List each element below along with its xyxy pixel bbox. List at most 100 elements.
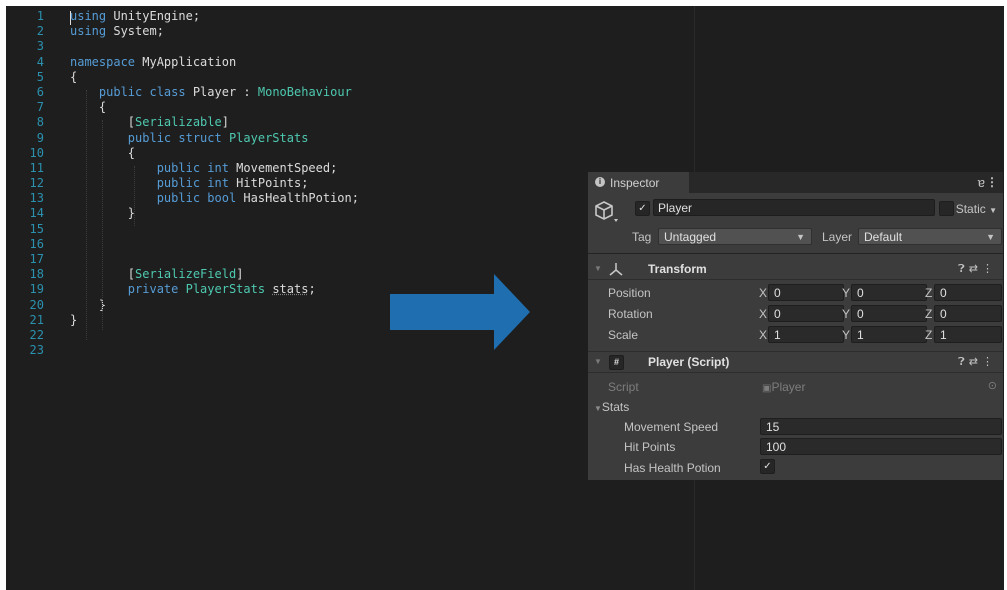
- position-y-field[interactable]: 0: [851, 284, 927, 301]
- movement-speed-field[interactable]: 15: [760, 418, 1002, 435]
- stats-foldout[interactable]: ▼Stats: [594, 400, 629, 414]
- indent-guide: [86, 90, 87, 340]
- code-line[interactable]: 3: [6, 39, 606, 54]
- code-text: public struct PlayerStats: [70, 130, 309, 146]
- line-number: 13: [29, 191, 44, 206]
- layer-dropdown[interactable]: Default ▼: [858, 228, 1002, 245]
- code-line[interactable]: 2 using System;: [6, 24, 606, 39]
- position-z-field[interactable]: 0: [934, 284, 1002, 301]
- code-text: [Serializable]: [70, 115, 229, 130]
- gameobject-header: ✓ Player Static ▼ Tag Untagged ▼ Layer D…: [588, 193, 1003, 254]
- rotation-z-field[interactable]: 0: [934, 305, 1002, 322]
- rotation-x-field[interactable]: 0: [768, 305, 844, 322]
- player-script-header[interactable]: ▼ # Player (Script) ❓︎⇄⋮: [588, 351, 1003, 373]
- code-line[interactable]: 16: [6, 237, 606, 252]
- tag-dropdown[interactable]: Untagged ▼: [658, 228, 812, 245]
- code-token: PlayerStats: [185, 282, 266, 297]
- line-number: 2: [36, 24, 44, 39]
- code-line[interactable]: 9 public struct PlayerStats: [6, 131, 606, 146]
- more-icon[interactable]: ⋮: [982, 356, 997, 368]
- code-line[interactable]: 4 namespace MyApplication: [6, 55, 606, 70]
- active-checkbox[interactable]: ✓: [635, 201, 650, 216]
- code-token: using: [70, 9, 107, 23]
- static-checkbox[interactable]: [939, 201, 954, 216]
- code-token: public int: [70, 176, 237, 191]
- right-arrow-icon: [390, 274, 530, 350]
- line-number: 7: [36, 100, 44, 115]
- line-number: 16: [29, 236, 44, 251]
- has-health-potion-checkbox[interactable]: ✓: [760, 459, 775, 474]
- fold-icon[interactable]: ▼: [594, 264, 602, 273]
- component-actions[interactable]: ❓︎⇄⋮: [958, 355, 997, 369]
- code-line[interactable]: 14 }: [6, 206, 606, 221]
- code-token: {: [70, 100, 107, 115]
- code-line[interactable]: 10 {: [6, 146, 606, 161]
- axis-z-label: Z: [925, 328, 933, 342]
- screenshot-stage: 1 using UnityEngine; 2 using System; 3 4 names…: [6, 6, 1004, 590]
- transform-title: Transform: [648, 262, 707, 276]
- help-icon[interactable]: ❓︎: [958, 263, 969, 275]
- code-token: Serializable: [135, 115, 222, 130]
- script-value: Player: [771, 380, 806, 394]
- inspector-panel: i Inspector ɐ ⋮ ✓ Player Static ▼ Tag Un…: [588, 172, 1003, 480]
- code-line[interactable]: 6 public class Player : MonoBehaviour: [6, 85, 606, 100]
- code-text: using System;: [70, 24, 164, 39]
- code-line[interactable]: 7 {: [6, 100, 606, 115]
- more-icon[interactable]: ⋮: [986, 175, 998, 189]
- line-number: 8: [36, 115, 44, 130]
- line-number: 14: [29, 206, 44, 221]
- position-x-field[interactable]: 0: [768, 284, 844, 301]
- movement-speed-label: Movement Speed: [624, 420, 719, 434]
- object-name-field[interactable]: Player: [653, 199, 935, 216]
- code-line[interactable]: 15: [6, 222, 606, 237]
- caret-down-icon: ▼: [986, 232, 995, 242]
- code-token: SerializeField: [135, 267, 237, 282]
- tab-inspector[interactable]: i Inspector: [588, 172, 689, 193]
- scale-z-field[interactable]: 1: [934, 326, 1002, 343]
- scale-y-field[interactable]: 1: [851, 326, 927, 343]
- code-line[interactable]: 13 public bool HasHealthPotion;: [6, 191, 606, 206]
- help-icon[interactable]: ❓︎: [958, 356, 969, 368]
- code-token: }: [70, 312, 78, 327]
- code-token: namespace: [70, 54, 136, 69]
- position-label: Position: [608, 286, 651, 300]
- static-dropdown[interactable]: Static ▼: [956, 202, 997, 216]
- indent-guide: [102, 120, 103, 330]
- presets-icon[interactable]: ⇄: [969, 356, 982, 368]
- code-line[interactable]: 12 public int HitPoints;: [6, 176, 606, 191]
- presets-icon[interactable]: ⇄: [969, 263, 982, 275]
- code-token: MyApplication: [135, 54, 237, 69]
- transform-header[interactable]: ▼ Transform ❓︎⇄⋮: [588, 259, 1003, 280]
- more-icon[interactable]: ⋮: [982, 263, 997, 275]
- layer-value: Default: [864, 230, 903, 244]
- scale-x-field[interactable]: 1: [768, 326, 844, 343]
- code-text: using UnityEngine;: [70, 9, 200, 24]
- code-token: public struct: [70, 130, 229, 145]
- code-text: public int MovementSpeed;: [70, 160, 338, 176]
- code-token: MovementSpeed;: [236, 160, 338, 175]
- player-script-title: Player (Script): [648, 355, 730, 369]
- caret-down-icon: ▼: [796, 232, 805, 242]
- line-number: 17: [29, 252, 44, 266]
- line-number: 18: [29, 267, 44, 282]
- code-line[interactable]: 11 public int MovementSpeed;: [6, 161, 606, 176]
- object-picker-icon[interactable]: ⊙: [988, 379, 997, 392]
- code-line[interactable]: 1 using UnityEngine;: [6, 9, 606, 24]
- tag-label: Tag: [632, 230, 652, 244]
- rotation-y-field[interactable]: 0: [851, 305, 927, 322]
- static-label: Static: [955, 202, 986, 216]
- code-token: public class: [70, 84, 193, 99]
- code-text: namespace MyApplication: [70, 55, 236, 70]
- code-line[interactable]: 8 [Serializable]: [6, 115, 606, 130]
- code-line[interactable]: 5{: [6, 70, 606, 85]
- tag-value: Untagged: [664, 230, 717, 244]
- component-actions[interactable]: ❓︎⇄⋮: [958, 262, 997, 276]
- gameobject-cube-icon: [595, 201, 618, 222]
- code-token: ]: [236, 267, 244, 282]
- axis-z-label: Z: [925, 286, 933, 300]
- lock-icon[interactable]: ɐ: [978, 175, 985, 190]
- code-token: UnityEngine;: [106, 9, 201, 23]
- fold-icon[interactable]: ▼: [594, 357, 602, 366]
- code-line[interactable]: 17: [6, 252, 606, 267]
- hit-points-field[interactable]: 100: [760, 438, 1002, 455]
